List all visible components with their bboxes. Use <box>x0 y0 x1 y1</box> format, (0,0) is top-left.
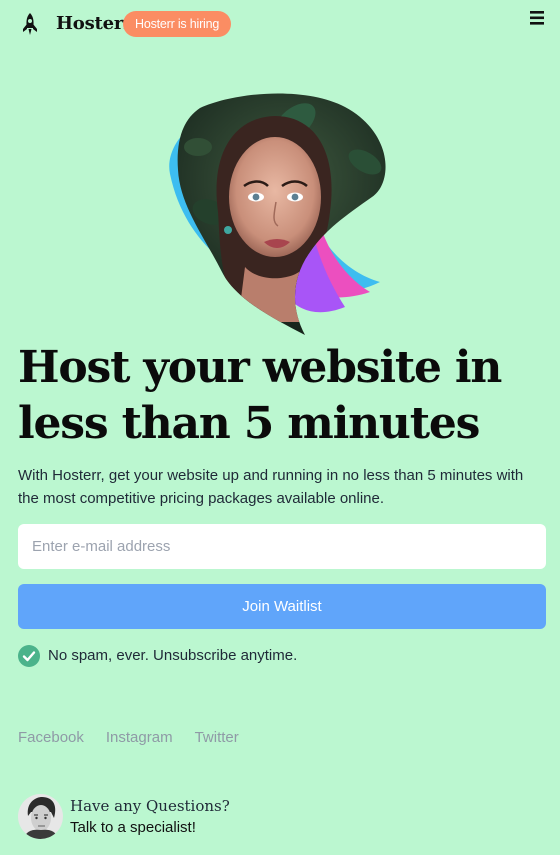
social-links: Facebook Instagram Twitter <box>18 729 239 746</box>
specialist-avatar <box>18 794 63 839</box>
page-title: Host your website in less than 5 minutes <box>18 342 502 449</box>
contact-text: Have any Questions? Talk to a specialist… <box>70 795 230 839</box>
site-header: Hosterr Hosterr is hiring <box>0 0 560 48</box>
twitter-link[interactable]: Twitter <box>195 729 239 746</box>
hiring-badge[interactable]: Hosterr is hiring <box>123 11 232 37</box>
join-waitlist-button[interactable]: Join Waitlist <box>18 584 546 629</box>
talk-to-specialist-link[interactable]: Talk to a specialist! <box>70 817 230 839</box>
email-input[interactable] <box>18 524 546 569</box>
rocket-icon[interactable] <box>20 12 40 36</box>
instagram-link[interactable]: Instagram <box>106 729 173 746</box>
no-spam-text: No spam, ever. Unsubscribe anytime. <box>48 647 298 664</box>
brand-name[interactable]: Hosterr <box>56 12 133 36</box>
contact-question: Have any Questions? <box>70 796 230 815</box>
check-circle-icon <box>18 644 40 667</box>
facebook-link[interactable]: Facebook <box>18 729 84 746</box>
no-spam-notice: No spam, ever. Unsubscribe anytime. <box>18 644 297 667</box>
hamburger-menu-icon[interactable] <box>530 10 546 26</box>
woman-portrait-blob-illustration <box>169 93 386 335</box>
hero-description: With Hosterr, get your website up and ru… <box>18 467 524 507</box>
contact-specialist: Have any Questions? Talk to a specialist… <box>18 794 230 839</box>
